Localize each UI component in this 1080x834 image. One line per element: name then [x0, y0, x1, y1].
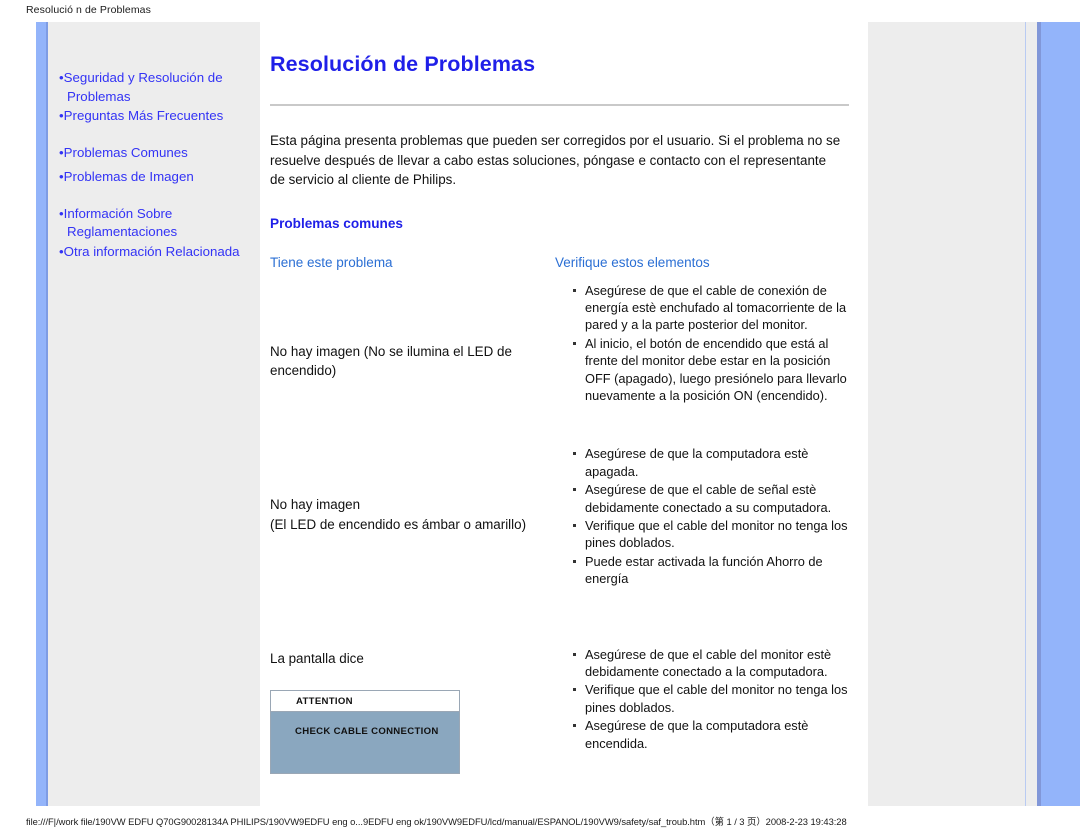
column-header-checks: Verifique estos elementos	[555, 254, 710, 270]
sidebar-item-otra-informacion[interactable]: •Otra información Relacionada	[59, 243, 255, 262]
checks-list: Asegúrese de que el cable de conexión de…	[555, 282, 850, 405]
table-row: No hay imagen (No se ilumina el LED de e…	[270, 276, 850, 446]
sidebar-item-label: Preguntas Más Frecuentes	[63, 108, 224, 123]
checks-cell: Asegúrese de que el cable de conexión de…	[555, 276, 850, 446]
sidebar-item-label: Problemas de Imagen	[63, 169, 194, 184]
title-divider	[270, 104, 849, 106]
page-title: Resolución de Problemas	[270, 52, 536, 76]
sidebar-item-label: Información Sobre Reglamentaciones	[63, 205, 178, 240]
sidebar-item-problemas-comunes[interactable]: •Problemas Comunes	[59, 144, 255, 163]
list-item: Asegúrese de que la computadora estè enc…	[573, 717, 850, 752]
sidebar-item-informacion-reglamentaciones[interactable]: •Información Sobre Reglamentaciones	[59, 205, 255, 242]
right-accent-stripe	[1041, 22, 1080, 806]
checks-cell: Asegúrese de que el cable del monitor es…	[555, 621, 850, 775]
problem-text: No hay imagen (No se ilumina el LED de e…	[270, 343, 512, 379]
list-item: Verifique que el cable del monitor no te…	[573, 681, 850, 716]
browser-print-footer: file:///F|/work file/190VW EDFU Q70G9002…	[26, 816, 847, 827]
sidebar-nav: •Seguridad y Resolución de Problemas •Pr…	[59, 69, 255, 262]
column-header-problem: Tiene este problema	[270, 254, 393, 270]
page-sheet: •Seguridad y Resolución de Problemas •Pr…	[26, 22, 1080, 806]
right-hairline	[1025, 22, 1026, 806]
table-header-row: Tiene este problema Verifique estos elem…	[270, 255, 850, 276]
sidebar-accent-stripe-edge	[46, 22, 48, 806]
sidebar-item-problemas-imagen[interactable]: •Problemas de Imagen	[59, 168, 255, 187]
checks-list: Asegúrese de que la computadora estè apa…	[555, 445, 850, 587]
list-item: Al inicio, el botón de encendido que est…	[573, 335, 850, 405]
list-item: Asegúrese de que el cable del monitor es…	[573, 646, 850, 681]
attention-dialog-image: ATTENTION CHECK CABLE CONNECTION	[270, 690, 460, 775]
sidebar-group-3: •Información Sobre Reglamentaciones •Otr…	[59, 205, 255, 262]
sidebar-item-preguntas-frecuentes[interactable]: •Preguntas Más Frecuentes	[59, 107, 255, 126]
list-item: Puede estar activada la función Ahorro d…	[573, 553, 850, 588]
problem-text: No hay imagen	[270, 497, 361, 513]
problems-table: Tiene este problema Verifique estos elem…	[270, 255, 850, 775]
problem-text-extra: (El LED de encendido es ámbar o amarillo…	[270, 516, 527, 532]
section-heading-problemas-comunes: Problemas comunes	[270, 215, 403, 231]
table-row: La pantalla dice ATTENTION CHECK CABLE C…	[270, 621, 850, 775]
problem-cell: No hay imagen (No se ilumina el LED de e…	[270, 276, 555, 446]
problem-text: La pantalla dice	[270, 650, 364, 666]
table-row: No hay imagen (El LED de encendido es ám…	[270, 445, 850, 620]
sidebar-item-label: Problemas Comunes	[63, 144, 188, 160]
list-item: Asegúrese de que el cable de conexión de…	[573, 282, 850, 334]
attention-dialog-title: ATTENTION	[271, 691, 459, 713]
checks-cell: Asegúrese de que la computadora estè apa…	[555, 445, 850, 620]
browser-print-header: Resolució n de Problemas	[26, 4, 151, 16]
sidebar-group-2: •Problemas Comunes •Problemas de Imagen	[59, 144, 255, 187]
main-content: Resolución de Problemas Esta página pres…	[270, 22, 850, 775]
problem-cell: No hay imagen (El LED de encendido es ám…	[270, 445, 555, 620]
list-item: Asegúrese de que la computadora estè apa…	[573, 445, 850, 480]
sidebar-item-label: Otra información Relacionada	[63, 243, 240, 259]
intro-paragraph: Esta página presenta problemas que puede…	[270, 133, 841, 187]
list-item: Verifique que el cable del monitor no te…	[573, 517, 850, 552]
problem-cell: La pantalla dice ATTENTION CHECK CABLE C…	[270, 621, 555, 775]
right-margin-panel	[868, 22, 1051, 806]
list-item: Asegúrese de que el cable de señal estè …	[573, 481, 850, 516]
checks-list: Asegúrese de que el cable del monitor es…	[555, 621, 850, 752]
sidebar-group-1: •Seguridad y Resolución de Problemas •Pr…	[59, 69, 255, 126]
sidebar-item-seguridad-resolucion[interactable]: •Seguridad y Resolución de Problemas	[59, 69, 255, 106]
sidebar-item-label: Seguridad y Resolución de Problemas	[63, 70, 223, 104]
attention-dialog-message: CHECK CABLE CONNECTION	[295, 726, 439, 738]
